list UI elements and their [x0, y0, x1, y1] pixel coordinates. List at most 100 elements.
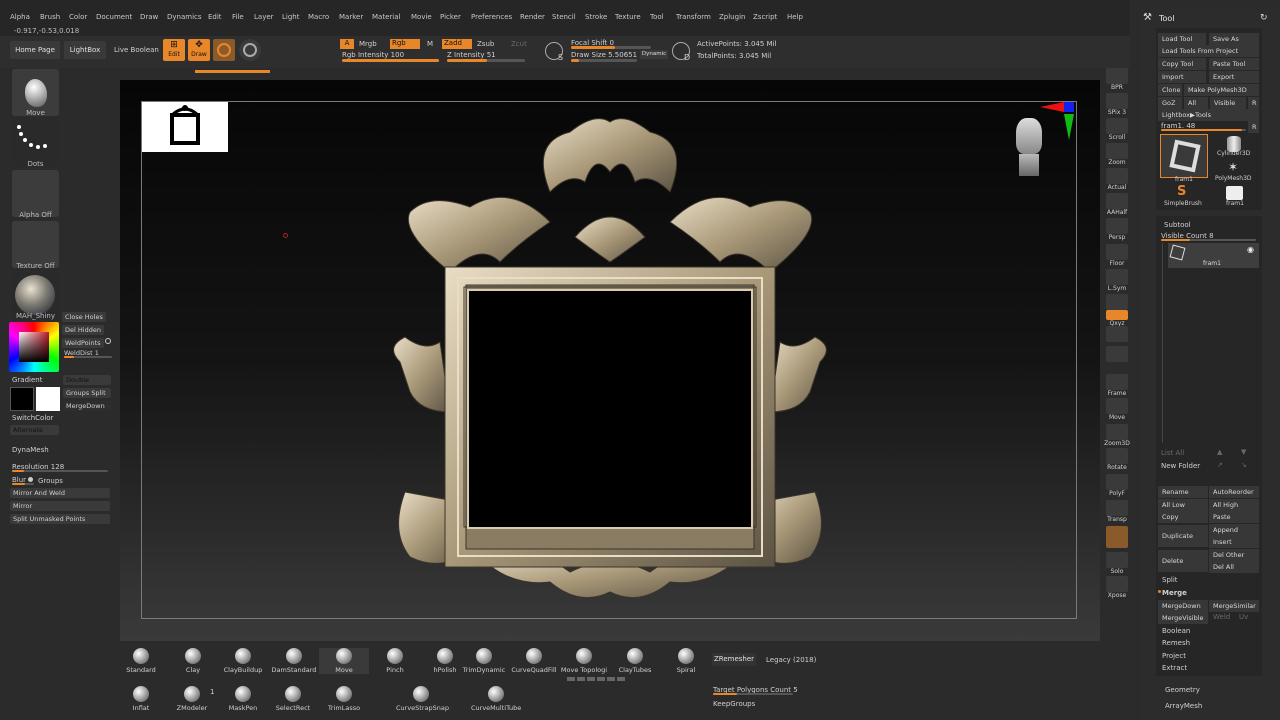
blur-track[interactable] — [12, 483, 34, 485]
blur-toggle-icon[interactable] — [28, 477, 33, 482]
color-picker-square[interactable] — [19, 332, 49, 362]
close-holes-button[interactable]: Close Holes — [62, 312, 106, 322]
arrow-down-icon[interactable]: ▼ — [1241, 448, 1246, 456]
target-polygons-track[interactable] — [713, 693, 793, 695]
menu-item-picker[interactable]: Picker — [440, 13, 461, 21]
primary-color-swatch[interactable] — [10, 387, 34, 411]
dots-stroke-thumb[interactable] — [12, 119, 59, 166]
legacy-button[interactable]: Legacy (2018) — [766, 656, 816, 664]
navigator-thumbnail[interactable] — [142, 102, 228, 152]
merge-down-left-button[interactable]: MergeDown — [63, 401, 111, 411]
shelf-button-l-sym[interactable]: L.Sym — [1103, 269, 1131, 292]
groups-button[interactable]: Groups — [38, 477, 63, 485]
brush-trimdynamic[interactable]: TrimDynamic — [459, 648, 509, 674]
shelf-scroll-indicator[interactable] — [567, 677, 627, 681]
ornate-frame-model[interactable] — [380, 112, 840, 607]
merge-down-button[interactable]: MergeDown — [1158, 600, 1208, 612]
shelf-button-solo[interactable]: Solo — [1103, 552, 1131, 575]
goz-button[interactable]: GoZ — [1158, 97, 1182, 109]
mrgb-button[interactable]: Mrgb — [359, 40, 377, 48]
menu-item-movie[interactable]: Movie — [411, 13, 432, 21]
subtool-eye-icon[interactable]: ◉ — [1247, 245, 1254, 254]
shelf-button-frame[interactable]: Frame — [1103, 374, 1131, 397]
brush-damstandard[interactable]: DamStandard — [269, 648, 319, 674]
m-button[interactable]: M — [427, 40, 433, 48]
focal-shift-track[interactable] — [571, 46, 651, 49]
move-up-icon[interactable]: ↗ — [1217, 461, 1223, 469]
rgb-intensity-track[interactable] — [342, 59, 439, 62]
axis-gizmo-icon[interactable] — [1036, 100, 1080, 144]
shelf-button-actual[interactable]: Actual — [1103, 168, 1131, 191]
weld-button[interactable]: Weld — [1213, 613, 1230, 621]
menu-item-material[interactable]: Material — [372, 13, 400, 21]
merge-section[interactable]: Merge — [1162, 589, 1187, 597]
menu-item-draw[interactable]: Draw — [140, 13, 158, 21]
insert-button[interactable]: Insert — [1209, 536, 1259, 548]
rgb-intensity-slider[interactable]: Rgb Intensity 100 — [342, 51, 404, 59]
menu-item-macro[interactable]: Macro — [308, 13, 329, 21]
switch-color-button[interactable]: SwitchColor — [12, 414, 53, 422]
save-as-button[interactable]: Save As — [1209, 33, 1259, 45]
simplebrush-icon[interactable]: S — [1177, 184, 1186, 199]
menu-item-layer[interactable]: Layer — [254, 13, 274, 21]
dynamic-button[interactable]: Dynamic — [640, 50, 668, 59]
menu-item-preferences[interactable]: Preferences — [471, 13, 512, 21]
auto-reorder-button[interactable]: AutoReorder — [1209, 486, 1259, 498]
load-tools-from-project-button[interactable]: Load Tools From Project — [1158, 45, 1259, 57]
menu-item-zscript[interactable]: Zscript — [753, 13, 777, 21]
rename-button[interactable]: Rename — [1158, 486, 1208, 498]
subtool-header[interactable]: Subtool — [1164, 221, 1191, 229]
home-page-button[interactable]: Home Page — [10, 41, 60, 59]
menu-item-brush[interactable]: Brush — [40, 13, 60, 21]
menu-item-color[interactable]: Color — [69, 13, 87, 21]
draw-size-track[interactable] — [571, 59, 637, 62]
paste-subtool-button[interactable]: Paste — [1209, 511, 1259, 523]
visible-count-track[interactable] — [1161, 239, 1256, 241]
shelf-button-scroll[interactable]: Scroll — [1103, 118, 1131, 141]
zsub-button[interactable]: Zsub — [477, 40, 494, 48]
shelf-button-zoom3d[interactable]: Zoom3D — [1103, 424, 1131, 447]
shelf-button-tool-12[interactable] — [1103, 346, 1131, 362]
project-section[interactable]: Project — [1162, 652, 1186, 660]
edit-button[interactable]: ⊞ Edit — [163, 39, 185, 61]
menu-item-zplugin[interactable]: Zplugin — [719, 13, 745, 21]
menu-item-help[interactable]: Help — [787, 13, 803, 21]
del-other-button[interactable]: Del Other — [1209, 549, 1259, 561]
draw-size-slider[interactable]: Draw Size 5.50651 — [571, 51, 637, 59]
menu-item-light[interactable]: Light — [282, 13, 299, 21]
menu-item-edit[interactable]: Edit — [208, 13, 222, 21]
brush-pinch[interactable]: Pinch — [370, 648, 420, 674]
make-polymesh-button[interactable]: Make PolyMesh3D — [1184, 84, 1259, 96]
brush-curvestrapsnap[interactable]: CurveStrapSnap — [396, 686, 449, 712]
draw-button[interactable]: ✥ Draw — [188, 39, 210, 61]
brush-clay[interactable]: Clay — [168, 648, 218, 674]
split-unmasked-button[interactable]: Split Unmasked Points — [10, 514, 110, 524]
all-high-button[interactable]: All High — [1209, 499, 1259, 511]
color-picker[interactable] — [9, 322, 59, 372]
brush-trimlasso[interactable]: TrimLasso — [319, 686, 369, 712]
load-tool-button[interactable]: Load Tool — [1158, 33, 1206, 45]
brush-inflat[interactable]: Inflat — [116, 686, 166, 712]
zcut-button[interactable]: Zcut — [511, 40, 527, 48]
brush-curvequadfill[interactable]: CurveQuadFill — [509, 648, 559, 674]
tool-thumb-fram1[interactable] — [1160, 134, 1208, 178]
extract-section[interactable]: Extract — [1162, 664, 1187, 672]
shelf-button-transp[interactable]: Transp — [1103, 500, 1131, 523]
brush-move-topologi[interactable]: Move Topologi — [559, 648, 609, 674]
shelf-button-tool-19[interactable] — [1103, 526, 1131, 548]
uv-button[interactable]: Uv — [1239, 613, 1248, 621]
geometry-section[interactable]: Geometry — [1165, 686, 1200, 694]
new-folder-button[interactable]: New Folder — [1161, 462, 1200, 470]
menu-item-stencil[interactable]: Stencil — [552, 13, 576, 21]
lightbox-tools-button[interactable]: Lightbox▶Tools — [1158, 109, 1259, 121]
menu-item-alpha[interactable]: Alpha — [10, 13, 30, 21]
shelf-button-floor[interactable]: Floor — [1103, 244, 1131, 267]
subtool-item[interactable]: ◉ fram1 — [1168, 243, 1259, 268]
texture-thumb[interactable] — [12, 221, 59, 268]
shelf-button-aahalf[interactable]: AAHalf — [1103, 193, 1131, 216]
brush-move[interactable]: Move — [319, 648, 369, 674]
menu-item-tool[interactable]: Tool — [650, 13, 664, 21]
paste-tool-button[interactable]: Paste Tool — [1209, 58, 1259, 70]
shelf-button-persp[interactable]: Persp — [1103, 218, 1131, 241]
gradient-label[interactable]: Gradient — [12, 376, 42, 384]
